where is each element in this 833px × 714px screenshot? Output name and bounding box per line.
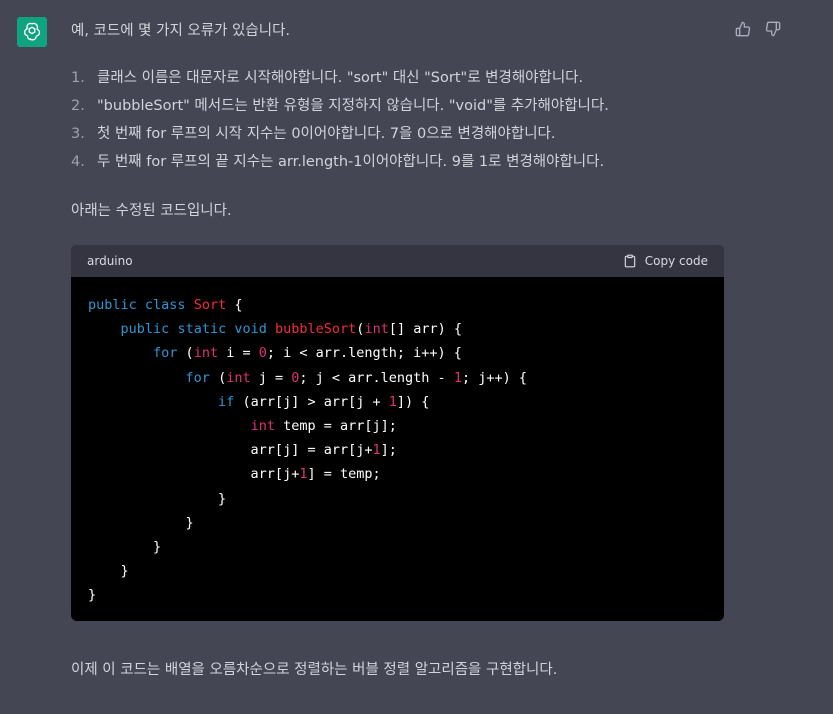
list-item: 4. 두 번째 for 루프의 끝 지수는 arr.length-1이어야합니다… <box>71 151 609 179</box>
list-item: 1. 클래스 이름은 대문자로 시작해야합니다. "sort" 대신 "Sort… <box>71 67 609 95</box>
message-outro: 이제 이 코드는 배열을 오름차순으로 정렬하는 버블 정렬 알고리즘을 구현합… <box>71 662 558 678</box>
code-line: for (int i = 0; i < arr.length; i++) { <box>153 345 462 362</box>
error-list: 1. 클래스 이름은 대문자로 시작해야합니다. "sort" 대신 "Sort… <box>71 67 609 179</box>
code-line: int temp = arr[j]; <box>250 418 397 435</box>
code-line: if (arr[j] > arr[j + 1]) { <box>218 393 430 410</box>
code-line: for (int j = 0; j < arr.length - 1; j++)… <box>185 369 527 386</box>
code-line: public static void bubbleSort(int[] arr)… <box>120 321 462 338</box>
code-intro-text: 아래는 수정된 코드입니다. <box>71 203 232 219</box>
code-line: } <box>88 539 162 556</box>
feedback-buttons <box>734 20 782 38</box>
list-item: 3. 첫 번째 for 루프의 시작 지수는 0이어야합니다. 7을 0으로 변… <box>71 123 609 151</box>
clipboard-icon <box>624 254 636 268</box>
list-text: 클래스 이름은 대문자로 시작해야합니다. "sort" 대신 "Sort"로 … <box>97 70 584 86</box>
thumbs-up-icon <box>735 21 751 37</box>
thumbs-up-button[interactable] <box>734 20 752 38</box>
list-text: 두 번째 for 루프의 끝 지수는 arr.length-1이어야합니다. 9… <box>97 154 605 170</box>
code-language: arduino <box>87 254 133 268</box>
list-number: 2. <box>71 98 85 114</box>
openai-logo-icon <box>23 22 41 41</box>
list-number: 4. <box>71 154 85 170</box>
thumbs-down-button[interactable] <box>764 20 782 38</box>
code-line: } <box>88 514 194 531</box>
code-content: public class Sort { public static void b… <box>71 277 724 621</box>
copy-code-label: Copy code <box>644 254 708 268</box>
list-item: 2. "bubbleSort" 메서드는 반환 유형을 지정하지 않습니다. "… <box>71 95 609 123</box>
code-line: arr[j+1] = temp; <box>88 466 381 483</box>
code-header: arduino Copy code <box>71 245 724 277</box>
thumbs-down-icon <box>765 21 781 37</box>
message-intro: 예, 코드에 몇 가지 오류가 있습니다. <box>71 23 291 39</box>
list-text: "bubbleSort" 메서드는 반환 유형을 지정하지 않습니다. "voi… <box>97 98 609 114</box>
code-line: public class Sort { <box>88 297 243 313</box>
copy-code-button[interactable]: Copy code <box>623 254 708 268</box>
code-line: } <box>88 490 227 507</box>
assistant-avatar <box>17 17 47 47</box>
code-line: } <box>88 587 97 604</box>
list-number: 3. <box>71 126 85 142</box>
list-text: 첫 번째 for 루프의 시작 지수는 0이어야합니다. 7을 0으로 변경해야… <box>97 126 556 142</box>
list-number: 1. <box>71 70 85 86</box>
code-line: } <box>88 563 129 580</box>
code-line: arr[j] = arr[j+1]; <box>88 442 397 459</box>
code-block: arduino Copy code public class Sort { pu… <box>71 245 724 621</box>
